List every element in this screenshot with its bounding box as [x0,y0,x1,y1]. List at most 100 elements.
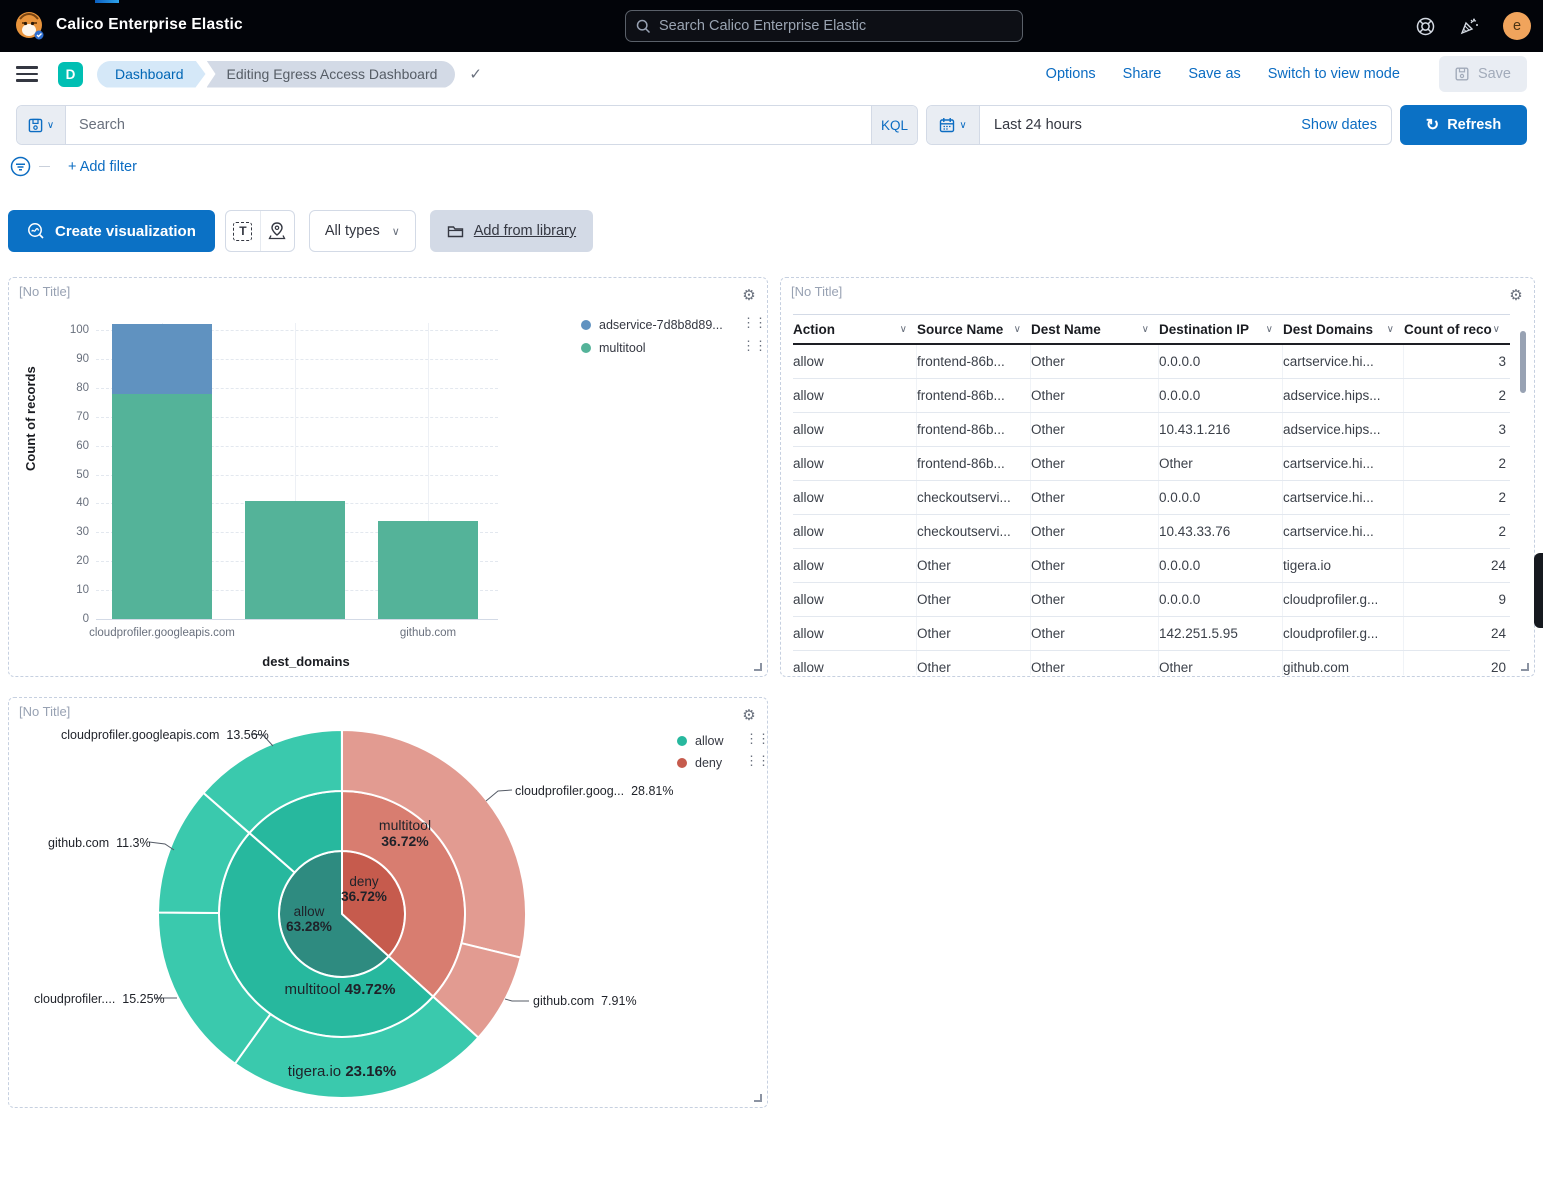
calico-logo-icon[interactable] [14,10,45,41]
panel-resize-handle[interactable] [1521,663,1529,671]
table-cell: 2 [1404,481,1510,514]
panel-resize-handle[interactable] [754,1094,762,1102]
legend-label[interactable]: multitool [599,341,646,355]
table-column-header[interactable]: Dest Domains∨ [1283,315,1404,343]
show-dates-button[interactable]: Show dates [1301,117,1391,133]
kql-search-box: ∨ KQL [16,105,918,145]
save-as-button[interactable]: Save as [1188,66,1240,82]
table-cell: allow [793,447,917,480]
menu-icon[interactable] [16,66,38,82]
chevron-down-icon: ∨ [959,120,966,131]
saved-query-menu-button[interactable]: ∨ [17,106,66,144]
kql-language-button[interactable]: KQL [871,106,917,144]
table-row: allowfrontend-86b...Other0.0.0.0adservic… [793,379,1510,413]
table-cell: frontend-86b... [917,379,1031,412]
legend-label[interactable]: allow [695,734,724,748]
table-cell: allow [793,549,917,582]
legend-label[interactable]: deny [695,756,722,770]
chevron-down-icon[interactable]: ∨ [900,324,907,335]
table-cell: frontend-86b... [917,413,1031,446]
add-map-button[interactable] [260,211,294,251]
y-axis-tick: 10 [53,584,89,596]
table-cell: cartservice.hi... [1283,345,1404,378]
breadcrumb-dashboard[interactable]: Dashboard [97,61,206,88]
bar-segment-multitool-0[interactable] [112,394,212,619]
help-icon[interactable] [1416,17,1435,36]
table-cell: checkoutservi... [917,515,1031,548]
table-column-header[interactable]: Action∨ [793,315,917,343]
table-column-header[interactable]: Count of reco∨ [1404,315,1510,343]
legend-label[interactable]: adservice-7d8b8d89... [599,318,723,332]
table-cell: Other [1031,481,1159,514]
y-axis-tick: 0 [53,613,89,625]
table-column-header[interactable]: Dest Name∨ [1031,315,1159,343]
panel-resize-handle[interactable] [754,663,762,671]
header-icons: e [1416,0,1531,52]
chevron-down-icon[interactable]: ∨ [1266,324,1273,335]
add-text-button[interactable]: T [226,211,260,251]
options-button[interactable]: Options [1046,66,1096,82]
switch-view-mode-button[interactable]: Switch to view mode [1268,66,1400,82]
table-cell: cartservice.hi... [1283,481,1404,514]
legend-actions-icon[interactable]: ⋮⋮ [745,731,768,747]
right-edge-tab[interactable] [1534,553,1543,628]
table-cell: 24 [1404,617,1510,650]
legend-actions-icon[interactable]: ⋮⋮ [742,315,766,331]
table-column-header[interactable]: Source Name ∨ [917,315,1031,343]
filter-icon[interactable] [10,156,31,177]
table-row: allowcheckoutservi...Other0.0.0.0cartser… [793,481,1510,515]
pie-label-multitool-deny: multitool 36.72% [345,817,465,849]
table-cell: Other [1159,447,1283,480]
table-cell: Other [917,651,1031,675]
add-filter-button[interactable]: + Add filter [68,159,137,175]
table-row: allowfrontend-86b...OtherOthercartservic… [793,447,1510,481]
bar-segment-multitool-1[interactable] [245,501,345,619]
top-header-bar: Calico Enterprise Elastic e [0,0,1543,52]
user-avatar[interactable]: e [1503,12,1531,40]
time-range-value[interactable]: Last 24 hours [980,117,1082,133]
chevron-down-icon[interactable]: ∨ [1142,324,1149,335]
legend-actions-icon[interactable]: ⋮⋮ [742,338,766,354]
label-leader-line [486,790,512,801]
saved-query-icon [28,118,43,133]
table-cell: 20 [1404,651,1510,675]
edit-toolbar: Create visualization T All types ∨ [8,210,593,252]
y-axis-tick: 20 [53,555,89,567]
add-from-library-button[interactable]: Add from library [430,210,593,252]
bar-segment-multitool-2[interactable] [378,521,478,619]
panel-settings-button[interactable]: ⚙ [1503,282,1529,308]
check-icon[interactable]: ✓ [469,65,482,83]
pie-label-cloudprofiler-tl: cloudprofiler.googleapis.com 13.56% [61,728,269,742]
calendar-menu-button[interactable]: ∨ [927,106,980,144]
chevron-down-icon[interactable]: ∨ [1014,324,1021,335]
y-axis-tick: 100 [53,324,89,336]
chevron-down-icon[interactable]: ∨ [1493,324,1500,335]
legend-actions-icon[interactable]: ⋮⋮ [745,753,768,769]
table-cell: allow [793,583,917,616]
refresh-button[interactable]: ↻ Refresh [1400,105,1527,145]
create-visualization-button[interactable]: Create visualization [8,210,215,252]
query-bar: ∨ KQL ∨ Last 24 hours Show dates ↻ Refre… [16,105,1527,145]
legend-swatch [677,736,687,746]
share-button[interactable]: Share [1123,66,1162,82]
all-types-dropdown[interactable]: All types ∨ [309,210,416,252]
chevron-down-icon: ∨ [392,225,400,238]
save-button[interactable]: Save [1439,56,1527,92]
news-icon[interactable] [1459,16,1479,36]
bar-segment-adservice-7d8b8d89--0[interactable] [112,324,212,393]
label-leader-line [505,999,529,1001]
table-cell: 0.0.0.0 [1159,549,1283,582]
table-column-header[interactable]: Destination IP∨ [1159,315,1283,343]
kql-search-input[interactable] [66,106,871,144]
dashboard-badge[interactable]: D [58,62,83,87]
global-search-input[interactable] [659,18,1012,34]
global-search[interactable] [625,10,1023,42]
table-scrollbar[interactable] [1520,331,1526,393]
x-axis-label: cloudprofiler.googleapis.com [52,627,272,639]
panel-settings-button[interactable]: ⚙ [736,282,762,308]
chevron-down-icon[interactable]: ∨ [1387,324,1394,335]
bar-chart-panel: [No Title] ⚙ Count of records 0102030405… [8,277,768,677]
column-header-label: Source Name [917,322,1003,337]
table-cell: 2 [1404,379,1510,412]
table-row: allowcheckoutservi...Other10.43.33.76car… [793,515,1510,549]
